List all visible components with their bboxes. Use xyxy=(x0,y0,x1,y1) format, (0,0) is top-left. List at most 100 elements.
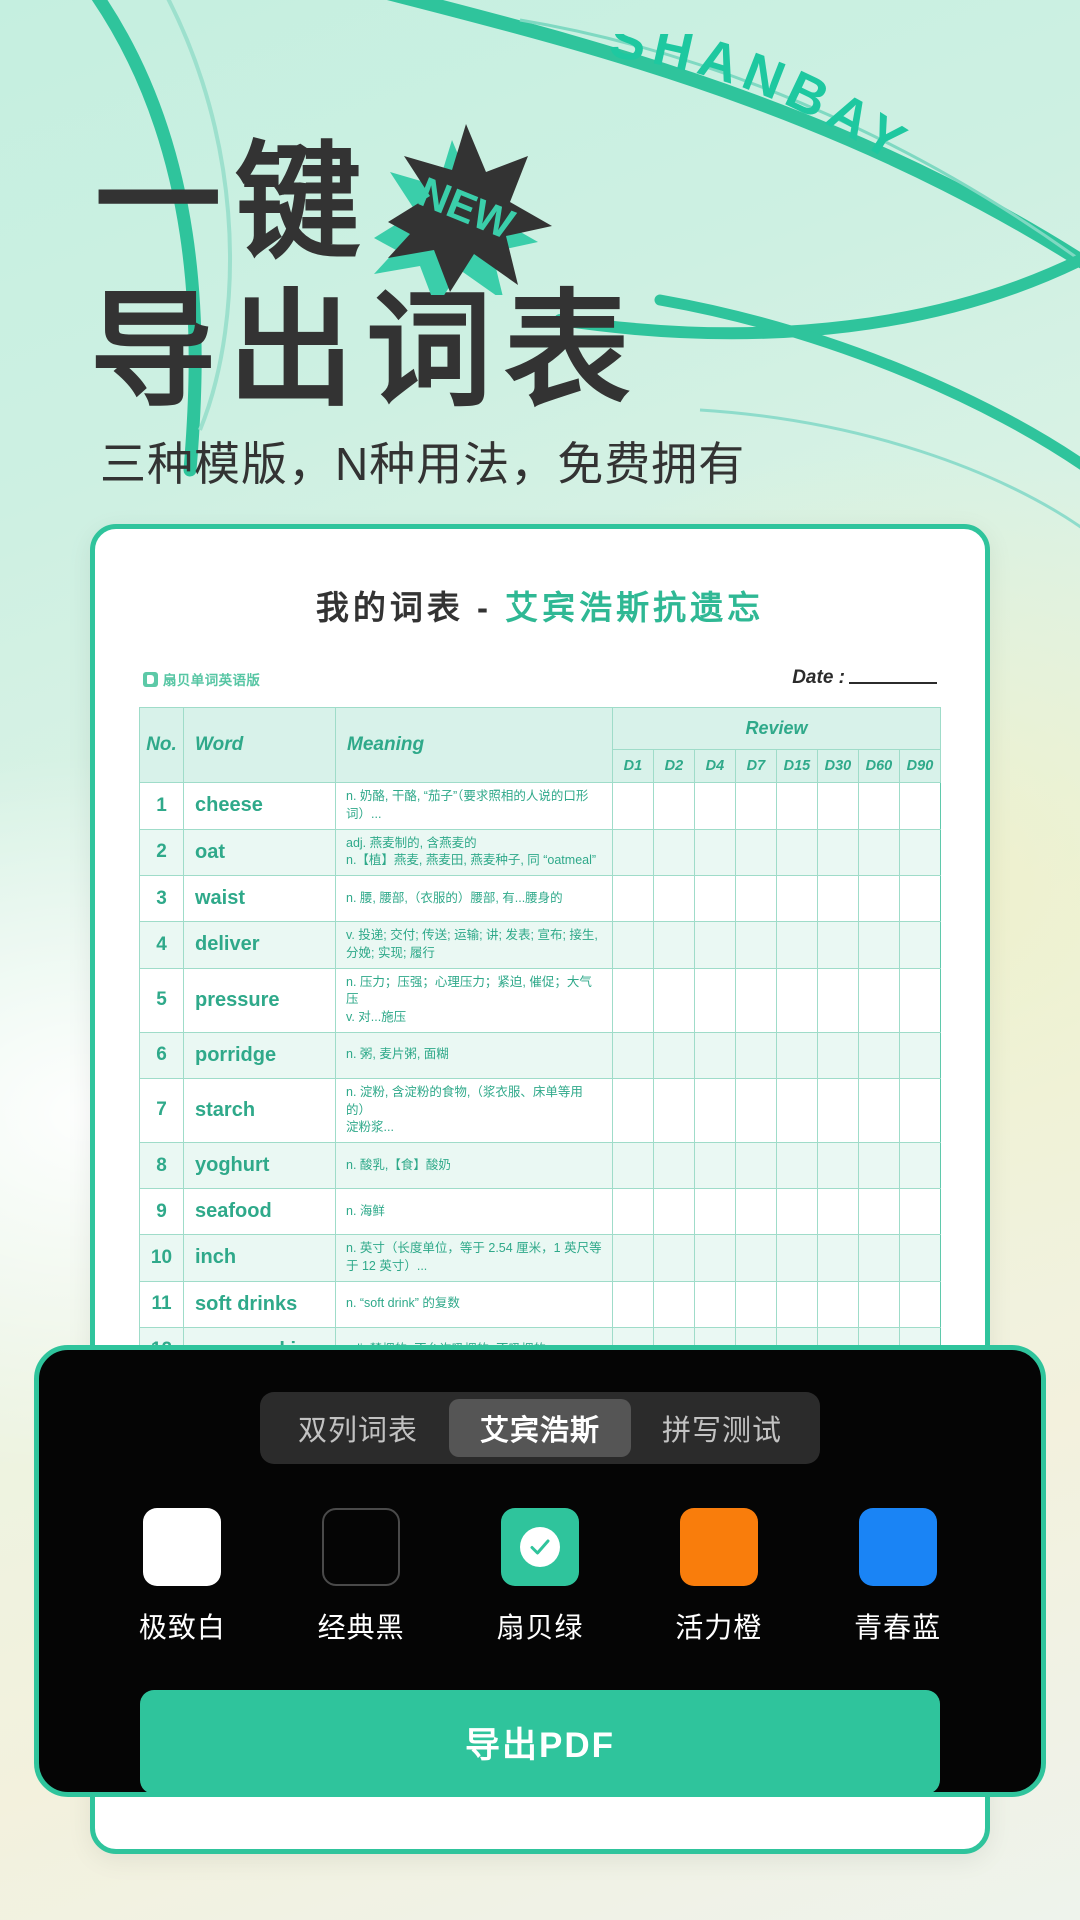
cell-review-checkbox[interactable] xyxy=(652,782,695,830)
cell-review-checkbox[interactable] xyxy=(857,782,900,830)
cell-review-checkbox[interactable] xyxy=(611,875,654,922)
cell-review-checkbox[interactable] xyxy=(734,967,777,1033)
cell-review-checkbox[interactable] xyxy=(652,1031,695,1079)
theme-color-chip[interactable] xyxy=(679,1508,758,1586)
cell-review-checkbox[interactable] xyxy=(611,828,654,876)
cell-review-checkbox[interactable] xyxy=(898,782,942,830)
cell-review-checkbox[interactable] xyxy=(857,828,900,876)
cell-review-checkbox[interactable] xyxy=(898,921,942,969)
cell-review-checkbox[interactable] xyxy=(652,921,695,969)
cell-review-checkbox[interactable] xyxy=(857,1188,900,1235)
cell-review-checkbox[interactable] xyxy=(816,967,859,1033)
cell-review-checkbox[interactable] xyxy=(816,782,859,830)
cell-review-checkbox[interactable] xyxy=(611,1077,654,1144)
cell-review-checkbox[interactable] xyxy=(693,921,736,969)
export-pdf-button[interactable]: 导出PDF xyxy=(140,1690,940,1794)
cell-review-checkbox[interactable] xyxy=(693,875,736,922)
cell-review-checkbox[interactable] xyxy=(857,1031,900,1079)
cell-review-checkbox[interactable] xyxy=(693,967,736,1033)
cell-review-checkbox[interactable] xyxy=(857,921,900,969)
template-tab-0[interactable]: 双列词表 xyxy=(267,1399,449,1457)
cell-review-checkbox[interactable] xyxy=(734,1077,777,1144)
cell-review-checkbox[interactable] xyxy=(693,828,736,876)
cell-review-checkbox[interactable] xyxy=(693,1280,736,1328)
template-tab-group[interactable]: 双列词表 艾宾浩斯 拼写测试 xyxy=(260,1392,820,1464)
cell-review-checkbox[interactable] xyxy=(611,967,654,1033)
cell-review-checkbox[interactable] xyxy=(816,1234,859,1282)
cell-review-checkbox[interactable] xyxy=(775,875,818,922)
cell-review-checkbox[interactable] xyxy=(652,875,695,922)
cell-review-checkbox[interactable] xyxy=(775,967,818,1033)
cell-review-checkbox[interactable] xyxy=(775,1234,818,1282)
cell-review-checkbox[interactable] xyxy=(693,1077,736,1144)
cell-review-checkbox[interactable] xyxy=(734,1234,777,1282)
theme-swatch-4[interactable]: 青春蓝 xyxy=(833,1508,963,1646)
cell-review-checkbox[interactable] xyxy=(775,921,818,969)
cell-review-checkbox[interactable] xyxy=(693,1142,736,1189)
cell-review-checkbox[interactable] xyxy=(652,1188,695,1235)
cell-review-checkbox[interactable] xyxy=(816,1280,859,1328)
cell-review-checkbox[interactable] xyxy=(734,1280,777,1328)
theme-swatch-3[interactable]: 活力橙 xyxy=(654,1508,784,1646)
cell-review-checkbox[interactable] xyxy=(611,1188,654,1235)
cell-review-checkbox[interactable] xyxy=(693,1031,736,1079)
cell-review-checkbox[interactable] xyxy=(652,1280,695,1328)
cell-review-checkbox[interactable] xyxy=(898,1031,942,1079)
cell-review-checkbox[interactable] xyxy=(611,782,654,830)
cell-review-checkbox[interactable] xyxy=(816,1077,859,1144)
cell-review-checkbox[interactable] xyxy=(611,1280,654,1328)
cell-review-checkbox[interactable] xyxy=(775,1142,818,1189)
theme-color-chip[interactable] xyxy=(322,1508,401,1586)
cell-review-checkbox[interactable] xyxy=(734,1142,777,1189)
theme-swatch-0[interactable]: 极致白 xyxy=(117,1508,247,1646)
theme-color-chip[interactable] xyxy=(858,1508,937,1586)
cell-review-checkbox[interactable] xyxy=(652,1142,695,1189)
cell-review-checkbox[interactable] xyxy=(652,828,695,876)
cell-review-checkbox[interactable] xyxy=(816,828,859,876)
cell-review-checkbox[interactable] xyxy=(775,1280,818,1328)
cell-review-checkbox[interactable] xyxy=(898,1188,942,1235)
cell-review-checkbox[interactable] xyxy=(652,1077,695,1144)
cell-review-checkbox[interactable] xyxy=(816,921,859,969)
cell-review-checkbox[interactable] xyxy=(816,1031,859,1079)
cell-review-checkbox[interactable] xyxy=(898,967,942,1033)
cell-review-checkbox[interactable] xyxy=(898,1280,942,1328)
cell-review-checkbox[interactable] xyxy=(734,828,777,876)
cell-review-checkbox[interactable] xyxy=(857,875,900,922)
cell-review-checkbox[interactable] xyxy=(734,921,777,969)
cell-review-checkbox[interactable] xyxy=(857,1234,900,1282)
cell-review-checkbox[interactable] xyxy=(775,1031,818,1079)
cell-review-checkbox[interactable] xyxy=(898,1234,942,1282)
cell-review-checkbox[interactable] xyxy=(652,1234,695,1282)
cell-review-checkbox[interactable] xyxy=(816,875,859,922)
cell-review-checkbox[interactable] xyxy=(652,967,695,1033)
cell-review-checkbox[interactable] xyxy=(898,828,942,876)
theme-swatch-group[interactable]: 极致白 经典黑 扇贝绿 活力橙 青春蓝 xyxy=(39,1508,1041,1646)
cell-review-checkbox[interactable] xyxy=(611,1031,654,1079)
cell-review-checkbox[interactable] xyxy=(734,1031,777,1079)
cell-review-checkbox[interactable] xyxy=(611,921,654,969)
cell-review-checkbox[interactable] xyxy=(734,875,777,922)
theme-swatch-2[interactable]: 扇贝绿 xyxy=(475,1508,605,1646)
cell-review-checkbox[interactable] xyxy=(611,1234,654,1282)
cell-review-checkbox[interactable] xyxy=(857,967,900,1033)
cell-review-checkbox[interactable] xyxy=(611,1142,654,1189)
cell-review-checkbox[interactable] xyxy=(693,1188,736,1235)
cell-review-checkbox[interactable] xyxy=(857,1077,900,1144)
template-tab-2[interactable]: 拼写测试 xyxy=(631,1399,813,1457)
cell-review-checkbox[interactable] xyxy=(857,1142,900,1189)
template-tab-1[interactable]: 艾宾浩斯 xyxy=(449,1399,631,1457)
cell-review-checkbox[interactable] xyxy=(734,1188,777,1235)
cell-review-checkbox[interactable] xyxy=(898,1142,942,1189)
cell-review-checkbox[interactable] xyxy=(816,1188,859,1235)
cell-review-checkbox[interactable] xyxy=(857,1280,900,1328)
theme-color-chip[interactable] xyxy=(500,1508,579,1586)
theme-color-chip[interactable] xyxy=(143,1508,222,1586)
cell-review-checkbox[interactable] xyxy=(693,782,736,830)
cell-review-checkbox[interactable] xyxy=(775,782,818,830)
cell-review-checkbox[interactable] xyxy=(898,875,942,922)
cell-review-checkbox[interactable] xyxy=(693,1234,736,1282)
theme-swatch-1[interactable]: 经典黑 xyxy=(296,1508,426,1646)
cell-review-checkbox[interactable] xyxy=(816,1142,859,1189)
cell-review-checkbox[interactable] xyxy=(775,828,818,876)
